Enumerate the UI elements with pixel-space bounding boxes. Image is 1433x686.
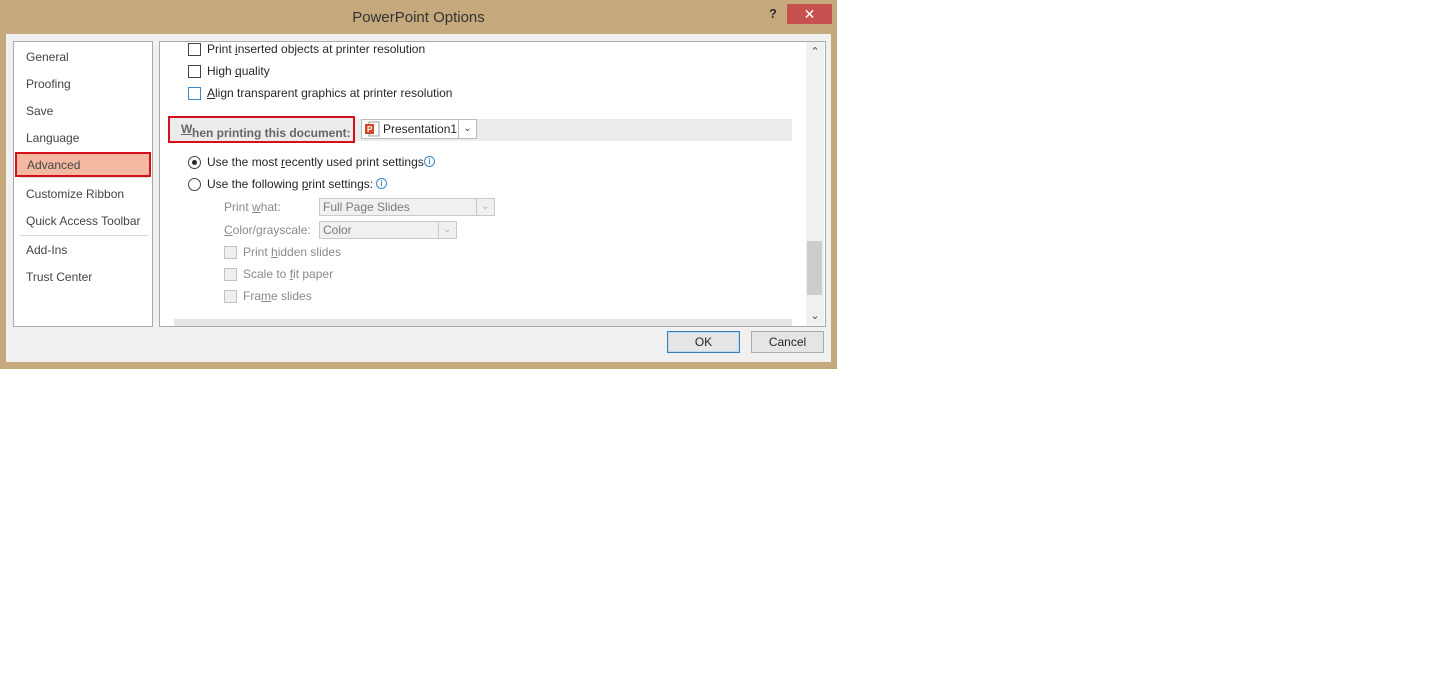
chevron-down-icon[interactable]: ⌄ [458,120,476,138]
option-label: Print inserted objects at printer resolu… [207,42,426,56]
sidebar-item-proofing[interactable]: Proofing [26,74,71,94]
checkbox[interactable] [224,290,237,303]
option-label: Scale to fit paper [243,267,334,281]
option-label: High quality [207,64,270,78]
color-grayscale-label: Color/grayscale: [224,223,311,237]
sidebar-item-add-ins[interactable]: Add-Ins [26,240,67,260]
advanced-options-panel: Print inserted objects at printer resolu… [159,41,826,327]
info-icon[interactable]: i [424,156,435,167]
chevron-down-icon: ⌄ [438,222,456,238]
sidebar-item-label: Advanced [27,158,81,172]
print-what-select[interactable]: Full Page Slides ⌄ [319,198,495,216]
checkbox[interactable] [188,65,201,78]
scroll-up-icon[interactable]: ⌃ [806,43,824,61]
next-section-band [174,319,792,326]
section-label: When printing this document: [181,122,351,140]
option-label: Print hidden slides [243,245,342,259]
powerpoint-options-dialog: PowerPoint Options ? ✕ General Proofing … [0,0,837,369]
checkbox[interactable] [224,268,237,281]
sidebar-item-trust-center[interactable]: Trust Center [26,267,92,287]
sidebar-item-customize-ribbon[interactable]: Customize Ribbon [26,184,124,204]
ok-button[interactable]: OK [667,331,740,353]
option-label: Use the following print settings: [207,177,374,191]
option-label: Align transparent graphics at printer re… [207,86,453,100]
svg-text:P: P [367,125,373,134]
document-select[interactable]: P Presentation1 ⌄ [361,119,477,139]
help-button[interactable]: ? [760,3,786,25]
checkbox[interactable] [188,87,201,100]
checkbox[interactable] [188,43,201,56]
sidebar-item-quick-access-toolbar[interactable]: Quick Access Toolbar [26,211,141,231]
vertical-scrollbar[interactable]: ⌃ ⌄ [806,42,824,326]
info-icon[interactable]: i [376,178,387,189]
cancel-button[interactable]: Cancel [751,331,824,353]
scrollbar-thumb[interactable] [807,241,822,295]
color-grayscale-select[interactable]: Color ⌄ [319,221,457,239]
option-label: Frame slides [243,289,312,303]
sidebar-item-language[interactable]: Language [26,128,79,148]
print-what-value: Full Page Slides [323,200,410,214]
checkbox[interactable] [224,246,237,259]
sidebar-divider [20,235,148,236]
sidebar-item-save[interactable]: Save [26,101,53,121]
color-grayscale-value: Color [323,223,352,237]
option-label: Use the most recently used print setting… [207,155,424,169]
scroll-down-icon[interactable]: ⌄ [806,307,824,325]
sidebar-item-advanced[interactable]: Advanced [15,152,151,177]
dialog-title: PowerPoint Options [352,9,485,26]
sidebar-divider [20,177,148,178]
radio-button[interactable] [188,178,201,191]
powerpoint-icon: P [365,121,380,137]
section-header-when-printing: When printing this document: [168,116,355,143]
chevron-down-icon: ⌄ [476,199,494,215]
radio-button[interactable] [188,156,201,169]
dialog-client-area: General Proofing Save Language Advanced … [6,34,831,362]
options-sidebar: General Proofing Save Language Advanced … [13,41,153,327]
print-what-label: Print what: [224,200,281,214]
sidebar-item-general[interactable]: General [26,47,69,67]
document-select-value: Presentation1 [383,122,458,136]
close-button[interactable]: ✕ [787,4,832,24]
